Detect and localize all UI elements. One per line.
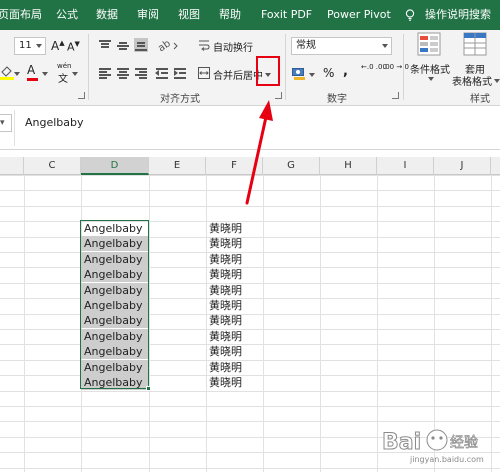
cell-f[interactable]: 黄晓明 <box>206 221 262 236</box>
number-format-value: 常规 <box>296 40 316 51</box>
format-as-table-label-2[interactable]: 表格格式 <box>452 73 492 88</box>
font-group-launcher-icon[interactable] <box>78 92 85 99</box>
font-color-dropdown-icon[interactable] <box>42 72 48 76</box>
align-right-button[interactable] <box>134 66 148 80</box>
column-header-i[interactable]: I <box>377 157 434 175</box>
column-header-g[interactable]: G <box>263 157 320 175</box>
font-color-swatch <box>27 78 38 81</box>
decrease-decimal-button[interactable]: .00 →.0 <box>383 63 409 71</box>
column-header-k[interactable] <box>491 157 500 175</box>
watermark-text: Bai <box>382 430 421 455</box>
cell-f[interactable]: 黄晓明 <box>206 298 262 313</box>
ribbon: 11 A▲ A▼ A wén 文 ab 自动换行 合并后居中 对齐方式 常规 %… <box>0 30 500 106</box>
column-header-b[interactable] <box>0 157 24 175</box>
name-box[interactable]: ▾ <box>0 114 12 132</box>
orientation-icon[interactable]: ab <box>158 38 180 52</box>
alignment-group-label: 对齐方式 <box>160 94 200 105</box>
comma-style-button[interactable]: , <box>343 64 348 79</box>
tab-formulas[interactable]: 公式 <box>56 0 78 30</box>
tab-data[interactable]: 数据 <box>96 0 118 30</box>
cell-f[interactable]: 黄晓明 <box>206 344 262 359</box>
formula-bar: ▾ Angelbaby <box>0 106 500 150</box>
fill-handle[interactable] <box>146 386 151 391</box>
formula-input[interactable]: Angelbaby <box>25 116 84 129</box>
styles-group-label: 样式 <box>470 94 490 105</box>
alignment-group-launcher-icon[interactable] <box>275 92 282 99</box>
tab-review[interactable]: 审阅 <box>137 0 159 30</box>
number-group-launcher-icon[interactable] <box>392 92 399 99</box>
column-header-j[interactable]: J <box>434 157 491 175</box>
svg-text:ab: ab <box>158 38 173 52</box>
cell-f[interactable]: 黄晓明 <box>206 375 262 390</box>
cell-f[interactable]: 黄晓明 <box>206 267 262 282</box>
format-as-table-dropdown-icon[interactable] <box>494 79 500 83</box>
cell-f[interactable]: 黄晓明 <box>206 283 262 298</box>
column-header-f[interactable]: F <box>206 157 263 175</box>
watermark-url: jingyan.baidu.com <box>409 455 484 464</box>
baidu-jingyan-watermark: Bai 经验 jingyan.baidu.com <box>382 429 484 464</box>
accounting-dropdown-icon[interactable] <box>309 73 315 77</box>
font-color-button[interactable]: A <box>27 63 35 77</box>
shrink-font-button[interactable]: A▼ <box>67 40 80 54</box>
column-headers: C D E F G H I J <box>0 157 500 175</box>
conditional-formatting-button[interactable]: 条件格式 <box>410 61 450 76</box>
column-header-e[interactable]: E <box>149 157 206 175</box>
number-group-label: 数字 <box>327 94 347 105</box>
percent-style-button[interactable]: % <box>323 66 334 80</box>
conditional-formatting-dropdown-icon[interactable] <box>428 77 434 81</box>
align-left-button[interactable] <box>98 66 112 80</box>
column-header-c[interactable]: C <box>24 157 81 175</box>
pinyin-char: 文 <box>58 74 68 85</box>
cell-f[interactable]: 黄晓明 <box>206 313 262 328</box>
format-as-table-icon <box>463 32 487 56</box>
increase-decimal-button[interactable]: ←.0 .00 <box>361 63 387 71</box>
fill-color-dropdown-icon[interactable] <box>14 72 20 76</box>
align-top-button[interactable] <box>98 38 112 52</box>
tab-foxit-pdf[interactable]: Foxit PDF <box>261 0 312 30</box>
watermark-subtext: 经验 <box>450 435 478 451</box>
tell-me-search[interactable]: 操作说明搜索 <box>425 0 491 30</box>
font-size-dropdown[interactable]: 11 <box>14 37 46 55</box>
wrap-text-icon <box>199 40 210 51</box>
align-center-button[interactable] <box>116 66 130 80</box>
ribbon-tab-bar: 页面布局 公式 数据 审阅 视图 帮助 Foxit PDF Power Pivo… <box>0 0 500 30</box>
cell-f[interactable]: 黄晓明 <box>206 236 262 251</box>
font-size-value: 11 <box>19 40 32 51</box>
conditional-formatting-icon <box>417 32 441 56</box>
selection-border <box>80 220 149 389</box>
lightbulb-icon <box>405 9 415 21</box>
pinyin-guide-button[interactable]: wén <box>57 62 71 70</box>
cell-f[interactable]: 黄晓明 <box>206 329 262 344</box>
cell-f[interactable]: 黄晓明 <box>206 252 262 267</box>
align-middle-button[interactable] <box>116 38 130 52</box>
accounting-format-icon[interactable] <box>292 67 308 81</box>
highlight-box <box>256 56 280 86</box>
decrease-indent-button[interactable] <box>155 66 169 80</box>
number-format-dropdown[interactable]: 常规 <box>291 37 392 55</box>
merge-center-icon <box>198 67 210 79</box>
tab-page-layout[interactable]: 页面布局 <box>0 0 42 30</box>
tab-view[interactable]: 视图 <box>178 0 200 30</box>
tab-power-pivot[interactable]: Power Pivot <box>327 0 391 30</box>
column-header-h[interactable]: H <box>320 157 377 175</box>
column-header-d[interactable]: D <box>81 157 149 175</box>
pinyin-dropdown-icon[interactable] <box>72 72 78 76</box>
increase-indent-button[interactable] <box>173 66 187 80</box>
tab-help[interactable]: 帮助 <box>219 0 241 30</box>
wrap-text-button[interactable]: 自动换行 <box>213 39 253 54</box>
cell-f[interactable]: 黄晓明 <box>206 360 262 375</box>
align-bottom-button[interactable] <box>134 38 148 52</box>
grow-font-button[interactable]: A▲ <box>51 39 65 53</box>
